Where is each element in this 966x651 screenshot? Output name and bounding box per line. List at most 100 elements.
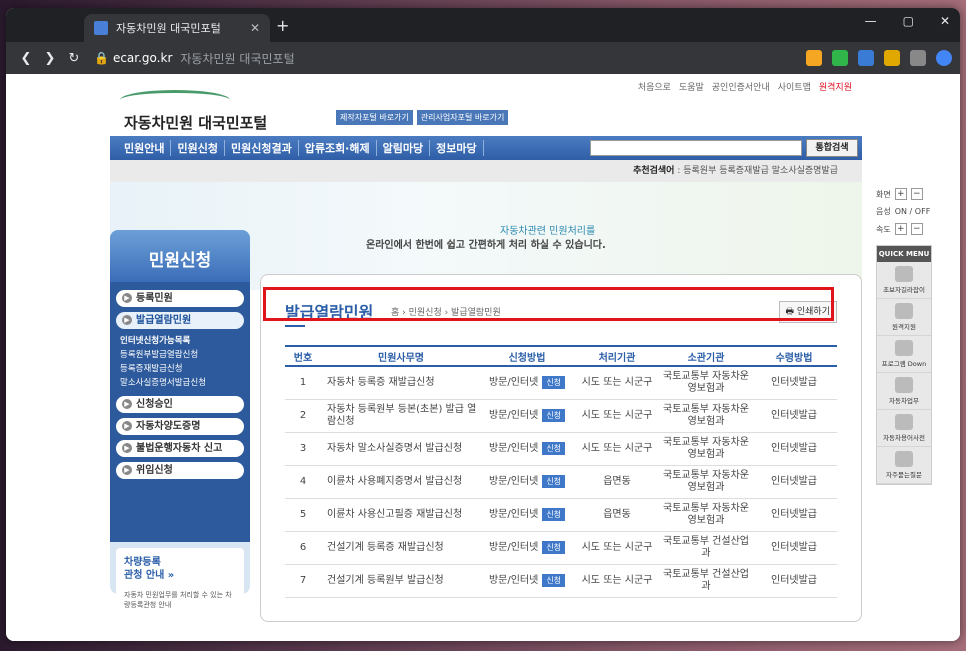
office-guide-banner[interactable]: 차량등록 관청 안내 » 자동차 민원업무를 처리할 수 있는 차량등록관청 안내 bbox=[116, 548, 244, 618]
top-link-remote[interactable]: 원격지원 bbox=[819, 80, 852, 93]
extension-icon[interactable] bbox=[806, 50, 822, 66]
table-row[interactable]: 1 자동차 등록증 재발급신청 방문/인터넷 신청 시도 또는 시군구 국토교통부 자동차… bbox=[285, 366, 837, 400]
top-link[interactable]: 도움말 bbox=[679, 80, 704, 93]
processing-agency: 읍면동 bbox=[573, 498, 661, 532]
apply-button[interactable]: 신청 bbox=[542, 474, 566, 488]
submenu-item[interactable]: 말소사실증명서발급신청 bbox=[120, 376, 206, 388]
top-links: 처음으로 도움말 공인인증서안내 사이트맵 원격지원 bbox=[638, 80, 852, 93]
service-name[interactable]: 자동차 등록증 재발급신청 bbox=[321, 366, 481, 400]
table-row[interactable]: 4 이륜차 사용폐지증명서 발급신청 방문/인터넷 신청 읍면동 국토교통부 자동차운영보… bbox=[285, 465, 837, 499]
nav-item[interactable]: 알림마당 bbox=[377, 140, 431, 156]
sidebar: 민원신청 등록민원 발급열람민원 인터넷신청가능목록 등록원부발급열람신청 등록… bbox=[110, 230, 250, 618]
col-header: 번호 bbox=[285, 345, 321, 367]
sidebar-item-report[interactable]: 불법운행자동차 신고 bbox=[116, 440, 244, 457]
quick-item-download[interactable]: 프로그램 Down bbox=[877, 336, 931, 373]
site-logo[interactable]: 자동차민원 대국민포털 bbox=[110, 90, 270, 132]
table-row[interactable]: 3 자동차 말소사실증명서 발급신청 방문/인터넷 신청 시도 또는 시군구 국토교통부 … bbox=[285, 432, 837, 466]
col-header: 소관기관 bbox=[661, 345, 751, 367]
service-name[interactable]: 자동차 등록원부 등본(초본) 발급 열람신청 bbox=[321, 399, 481, 433]
service-name[interactable]: 이륜차 사용신고필증 재발급신청 bbox=[321, 498, 481, 532]
business-portal-button[interactable]: 관리사업자포털 바로가기 bbox=[416, 110, 509, 125]
faq-icon bbox=[895, 451, 913, 467]
logo-arc bbox=[120, 90, 230, 110]
table-row[interactable]: 6 건설기계 등록증 재발급신청 방문/인터넷 신청 시도 또는 시군구 국토교통부 건설… bbox=[285, 531, 837, 565]
sidebar-item-issue[interactable]: 발급열람민원 bbox=[116, 312, 244, 329]
receipt-method: 인터넷발급 bbox=[751, 498, 837, 532]
responsible-agency: 국토교통부 자동차운영보험과 bbox=[661, 399, 751, 433]
apply-button[interactable]: 신청 bbox=[542, 540, 566, 554]
sidebar-item-approval[interactable]: 신청승인 bbox=[116, 396, 244, 413]
speed-control: 속도 + − bbox=[876, 223, 934, 235]
url-field[interactable]: 🔒 ecar.go.kr 자동차민원 대국민포털 bbox=[94, 50, 806, 67]
table-row[interactable]: 2 자동차 등록원부 등본(초본) 발급 열람신청 방문/인터넷 신청 시도 또는 시군… bbox=[285, 399, 837, 433]
top-link[interactable]: 처음으로 bbox=[638, 80, 671, 93]
recommended-keywords: 추천검색어 : 등록원부 등록증재발급 말소사실증명발급 bbox=[110, 160, 862, 182]
receipt-method: 인터넷발급 bbox=[751, 531, 837, 565]
nav-item[interactable]: 정보마당 bbox=[430, 140, 484, 156]
sidebar-item-delegate[interactable]: 위임신청 bbox=[116, 462, 244, 479]
main-content: 발급열람민원 홈 › 민원신청 › 발급열람민원 🖶 인쇄하기 번호 민원사무명… bbox=[260, 274, 862, 622]
close-icon[interactable]: ✕ bbox=[940, 14, 950, 28]
speed-down-button[interactable]: − bbox=[910, 223, 923, 235]
table-row[interactable]: 5 이륜차 사용신고필증 재발급신청 방문/인터넷 신청 읍면동 국토교통부 자동차운영보… bbox=[285, 498, 837, 532]
apply-button[interactable]: 신청 bbox=[542, 573, 566, 587]
row-number: 3 bbox=[285, 432, 321, 466]
minimize-icon[interactable]: — bbox=[865, 14, 877, 28]
nav-item[interactable]: 압류조회·해제 bbox=[299, 140, 377, 156]
promo-title: 차량등록 관청 안내 » bbox=[124, 557, 175, 581]
top-link[interactable]: 사이트맵 bbox=[778, 80, 811, 93]
recommend-items[interactable]: 등록원부 등록증재발급 말소사실증명발급 bbox=[683, 166, 838, 176]
forward-icon[interactable]: ❯ bbox=[38, 51, 62, 66]
shield-icon[interactable] bbox=[832, 50, 848, 66]
extension-icon[interactable] bbox=[884, 50, 900, 66]
nav-item[interactable]: 민원안내 bbox=[118, 140, 172, 156]
sidebar-item-registration[interactable]: 등록민원 bbox=[116, 290, 244, 307]
browser-tab[interactable]: 자동차민원 대국민포털 ✕ bbox=[84, 14, 270, 42]
download-icon[interactable] bbox=[910, 50, 926, 66]
submenu-item[interactable]: 등록증재발급신청 bbox=[120, 362, 183, 374]
quick-item-dictionary[interactable]: 자동차용어사전 bbox=[877, 410, 931, 447]
voice-toggle[interactable]: 음성 ON / OFF bbox=[876, 206, 934, 217]
apply-button[interactable]: 신청 bbox=[542, 507, 566, 521]
service-name[interactable]: 건설기계 등록원부 발급신청 bbox=[321, 564, 481, 598]
col-header: 민원사무명 bbox=[321, 345, 481, 367]
nav-item[interactable]: 민원신청결과 bbox=[225, 140, 299, 156]
top-link[interactable]: 공인인증서안내 bbox=[712, 80, 770, 93]
search-input[interactable] bbox=[590, 140, 802, 156]
submenu-item[interactable]: 인터넷신청가능목록 bbox=[120, 334, 190, 346]
search-button[interactable]: 통합검색 bbox=[806, 139, 858, 157]
accessibility-panel: 화면 + − 음성 ON / OFF 속도 + − QUICK MENU 초보자길라잡이 … bbox=[876, 188, 934, 485]
portal-buttons: 제작자포털 바로가기 관리사업자포털 바로가기 bbox=[336, 110, 509, 125]
print-button[interactable]: 🖶 인쇄하기 bbox=[778, 301, 837, 323]
maximize-icon[interactable]: ▢ bbox=[903, 14, 914, 28]
col-header: 수령방법 bbox=[751, 345, 837, 367]
reload-icon[interactable]: ↻ bbox=[62, 51, 86, 66]
submenu-item[interactable]: 등록원부발급열람신청 bbox=[120, 348, 198, 360]
responsible-agency: 국토교통부 자동차운영보험과 bbox=[661, 498, 751, 532]
zoom-in-button[interactable]: + bbox=[894, 188, 907, 200]
tab-bar: 자동차민원 대국민포털 ✕ + — ▢ ✕ bbox=[6, 8, 960, 42]
new-tab-button[interactable]: + bbox=[276, 16, 289, 35]
quick-item-car[interactable]: 자동차업무 bbox=[877, 373, 931, 410]
url-page-title: 자동차민원 대국민포털 bbox=[180, 51, 295, 66]
sidebar-item-transfer[interactable]: 자동차양도증명 bbox=[116, 418, 244, 435]
service-name[interactable]: 이륜차 사용폐지증명서 발급신청 bbox=[321, 465, 481, 499]
apply-button[interactable]: 신청 bbox=[542, 441, 566, 455]
col-header: 처리기관 bbox=[573, 345, 661, 367]
apply-button[interactable]: 신청 bbox=[542, 375, 566, 389]
nav-item[interactable]: 민원신청 bbox=[171, 140, 225, 156]
speed-up-button[interactable]: + bbox=[894, 223, 907, 235]
quick-item-remote[interactable]: 원격지원 bbox=[877, 299, 931, 336]
maker-portal-button[interactable]: 제작자포털 바로가기 bbox=[336, 110, 413, 125]
back-icon[interactable]: ❮ bbox=[14, 51, 38, 66]
table-row[interactable]: 7 건설기계 등록원부 발급신청 방문/인터넷 신청 시도 또는 시군구 국토교통부 건설… bbox=[285, 564, 837, 598]
quick-item-faq[interactable]: 자주묻는질문 bbox=[877, 447, 931, 484]
avatar[interactable] bbox=[936, 50, 952, 66]
extension-icon[interactable] bbox=[858, 50, 874, 66]
zoom-out-button[interactable]: − bbox=[910, 188, 923, 200]
quick-item-guide[interactable]: 초보자길라잡이 bbox=[877, 262, 931, 299]
apply-button[interactable]: 신청 bbox=[542, 408, 566, 422]
service-name[interactable]: 건설기계 등록증 재발급신청 bbox=[321, 531, 481, 565]
service-name[interactable]: 자동차 말소사실증명서 발급신청 bbox=[321, 432, 481, 466]
close-tab-icon[interactable]: ✕ bbox=[250, 21, 260, 35]
